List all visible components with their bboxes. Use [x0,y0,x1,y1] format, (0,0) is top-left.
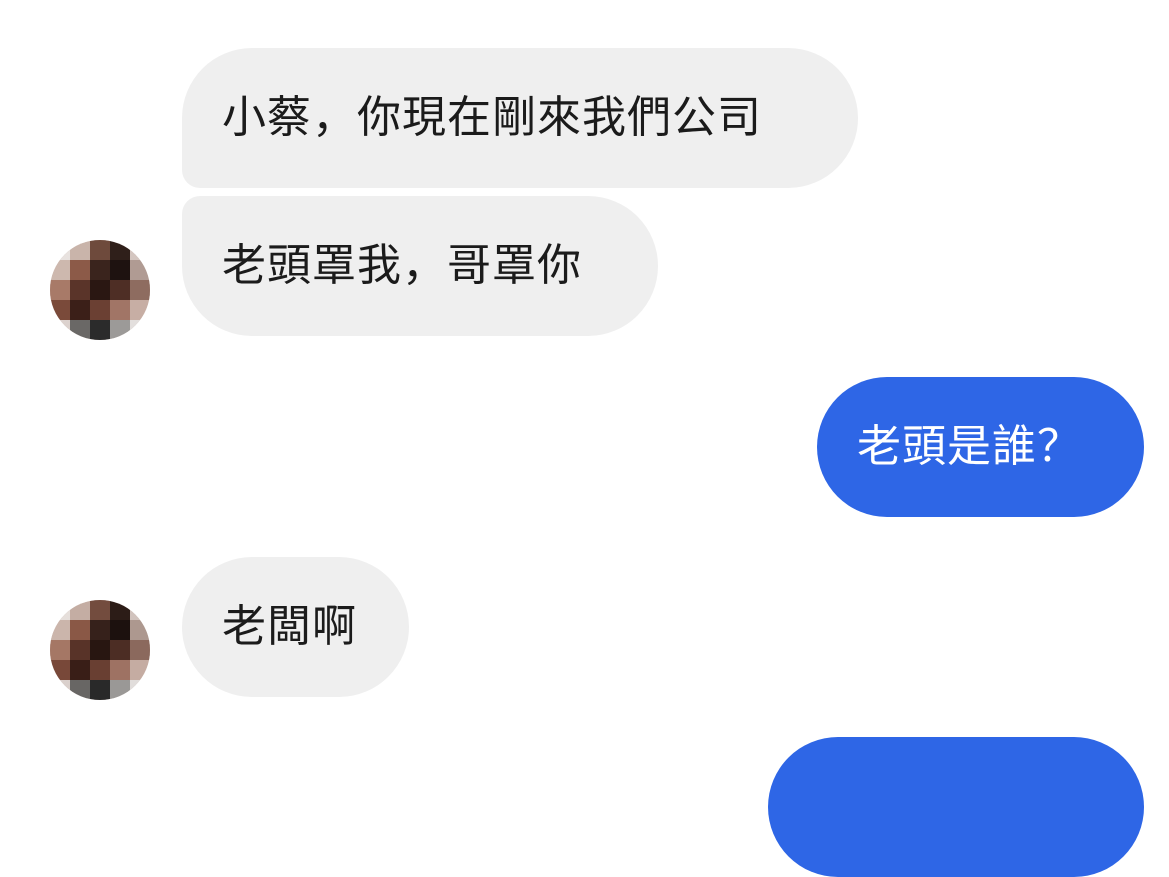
avatar-icon[interactable] [50,240,150,340]
message-bubble-incoming[interactable]: 老闆啊 [182,557,409,697]
message-bubble-outgoing[interactable] [768,737,1144,877]
pixelated-avatar-icon [50,240,150,340]
avatar-icon[interactable] [50,600,150,700]
message-bubble-incoming[interactable]: 小蔡，你現在剛來我們公司 [182,48,858,188]
message-bubble-outgoing[interactable]: 老頭是誰？ [817,377,1144,517]
chat-thread: 小蔡，你現在剛來我們公司 老頭罩我，哥罩你 老頭是誰？ 老闆啊 [0,0,1169,877]
pixelated-avatar-icon [50,600,150,700]
message-text: 老闆啊 [222,601,357,652]
message-text: 小蔡，你現在剛來我們公司 [222,92,762,143]
message-text: 老頭罩我，哥罩你 [222,240,582,291]
message-text: 老頭是誰？ [857,421,1082,472]
message-bubble-incoming[interactable]: 老頭罩我，哥罩你 [182,196,658,336]
